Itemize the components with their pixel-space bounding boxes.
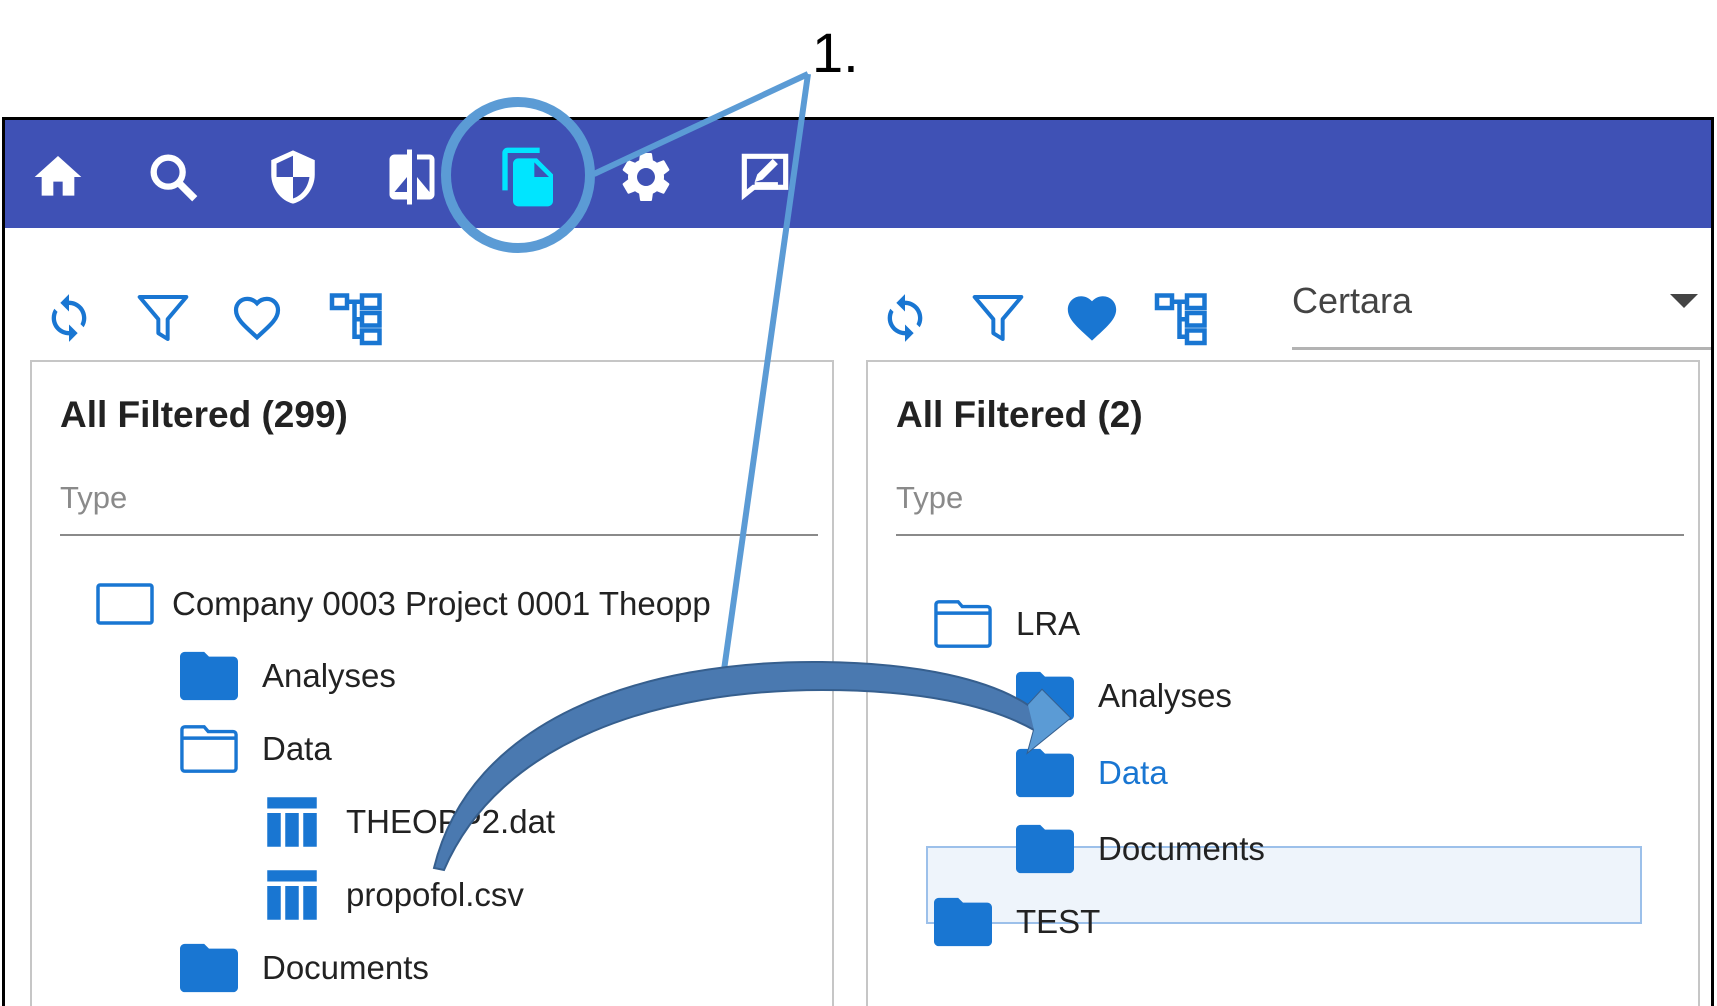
- favorite-filled-icon[interactable]: [1060, 282, 1124, 354]
- tree-item-data[interactable]: Data: [180, 719, 332, 779]
- tree-item-file[interactable]: propofol.csv: [264, 865, 524, 925]
- filter-icon[interactable]: [966, 282, 1030, 354]
- type-filter-input[interactable]: Type: [60, 480, 127, 516]
- tree-item-analyses[interactable]: Analyses: [180, 646, 396, 706]
- folder-outline-icon: [180, 721, 242, 777]
- repository-dropdown[interactable]: Certara: [1292, 280, 1711, 350]
- folder-filled-icon: [180, 648, 242, 704]
- tree-item-lra[interactable]: LRA: [934, 594, 1080, 654]
- right-panel: All Filtered (2) Type LRA Analyses Data: [866, 360, 1700, 1006]
- folder-filled-icon: [180, 940, 242, 996]
- table-file-icon: [264, 794, 326, 850]
- type-filter-underline: [896, 534, 1684, 536]
- tree-item-label: Analyses: [1098, 677, 1232, 714]
- dropdown-underline: [1292, 347, 1711, 350]
- type-filter-underline: [60, 534, 818, 536]
- signature-icon[interactable]: [730, 146, 800, 208]
- tree-item-documents[interactable]: Documents: [1016, 819, 1265, 879]
- tree-item-label: THEOPP2.dat: [346, 803, 556, 840]
- documents-icon[interactable]: [494, 146, 564, 208]
- type-filter-input[interactable]: Type: [896, 480, 963, 516]
- step-number-label: 1.: [812, 21, 859, 84]
- tree-item-label: Documents: [1098, 830, 1265, 867]
- tree-view-icon[interactable]: [1150, 282, 1214, 354]
- dropdown-value: Certara: [1292, 280, 1413, 321]
- tree-item-label: Company 0003 Project 0001 Theopp: [172, 585, 711, 622]
- tree-item-data[interactable]: Data: [1016, 743, 1168, 803]
- top-nav-bar: [5, 120, 1711, 228]
- home-icon[interactable]: [23, 146, 93, 208]
- project-icon: [96, 576, 158, 632]
- tree-view-icon[interactable]: [325, 282, 389, 354]
- tree-item-label: Analyses: [262, 657, 396, 694]
- tree-item-label: TEST: [1016, 903, 1101, 940]
- panel-title: All Filtered (2): [896, 394, 1143, 435]
- tree-item-test[interactable]: TEST: [934, 892, 1100, 952]
- left-panel: All Filtered (299) Type Company 0003 Pro…: [30, 360, 834, 1006]
- search-icon[interactable]: [138, 146, 208, 208]
- folder-filled-icon: [1016, 745, 1078, 801]
- refresh-icon[interactable]: [37, 282, 101, 354]
- folder-filled-icon: [1016, 668, 1078, 724]
- folder-outline-icon: [934, 596, 996, 652]
- panel-title: All Filtered (299): [60, 394, 348, 435]
- favorite-outline-icon[interactable]: [225, 282, 289, 354]
- tree-item-project[interactable]: Company 0003 Project 0001 Theopp: [96, 574, 711, 634]
- folder-filled-icon: [934, 894, 996, 950]
- shield-icon[interactable]: [258, 146, 328, 208]
- tree-item-documents[interactable]: Documents: [180, 938, 429, 998]
- filter-icon[interactable]: [131, 282, 195, 354]
- tree-item-label: propofol.csv: [346, 876, 524, 913]
- refresh-icon[interactable]: [873, 282, 937, 354]
- app-window: Certara All Filtered (299) Type Company …: [2, 117, 1714, 1006]
- tree-item-label: Data: [1098, 754, 1168, 791]
- settings-icon[interactable]: [611, 146, 681, 208]
- folder-filled-icon: [1016, 821, 1078, 877]
- compare-icon[interactable]: [377, 146, 447, 208]
- table-file-icon: [264, 867, 326, 923]
- chevron-down-icon: [1670, 294, 1698, 308]
- tree-item-label: LRA: [1016, 605, 1081, 642]
- tree-item-analyses[interactable]: Analyses: [1016, 666, 1232, 726]
- tree-item-file[interactable]: THEOPP2.dat: [264, 792, 555, 852]
- tree-item-label: Data: [262, 730, 332, 767]
- tree-item-label: Documents: [262, 949, 429, 986]
